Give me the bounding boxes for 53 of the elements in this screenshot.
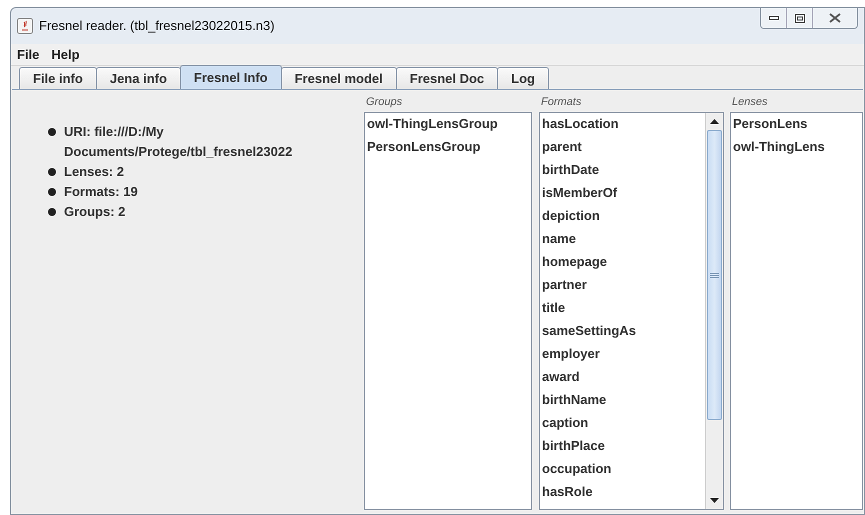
info-text: Formats: 19 <box>64 183 139 201</box>
menu-item[interactable]: File <box>17 44 40 64</box>
list-item[interactable]: occupation <box>542 459 705 482</box>
list-item[interactable]: hasLocation <box>542 114 705 137</box>
close-icon <box>829 13 841 23</box>
maximize-button[interactable] <box>787 8 813 28</box>
tab[interactable]: File info <box>19 67 97 89</box>
bullet-icon <box>48 128 56 136</box>
info-text: Lenses: 2 <box>64 163 125 181</box>
info-text: Groups: 2 <box>64 203 126 221</box>
list-item[interactable]: name <box>542 229 705 252</box>
minimize-button[interactable] <box>761 8 787 28</box>
list-item[interactable]: isMemberOf <box>542 183 705 206</box>
column-label: Formats <box>540 95 582 110</box>
list-item[interactable]: caption <box>542 413 705 436</box>
list-item[interactable]: PersonLensGroup <box>367 137 531 160</box>
list-item[interactable]: sameSettingAs <box>542 321 705 344</box>
list-item[interactable]: hasRole <box>542 482 705 505</box>
list-item[interactable]: employer <box>542 344 705 367</box>
list-item[interactable]: birthPlace <box>542 436 705 459</box>
bullet-icon <box>48 188 56 196</box>
up-arrow-icon[interactable] <box>710 119 719 124</box>
minimize-icon <box>768 16 778 20</box>
tab[interactable]: Fresnel model <box>280 67 397 89</box>
tab[interactable]: Fresnel Doc <box>396 67 498 89</box>
list-item[interactable]: owl-ThingLens <box>733 137 862 160</box>
list-item[interactable]: birthDate <box>542 160 705 183</box>
list-item[interactable]: partner <box>542 275 705 298</box>
bullet-icon <box>48 208 56 216</box>
list-item[interactable]: depiction <box>542 206 705 229</box>
tab[interactable]: Jena info <box>96 67 181 89</box>
tab[interactable]: Fresnel Info <box>180 65 282 89</box>
list-item[interactable]: owl-ThingLensGroup <box>367 114 531 137</box>
column-label: Lenses <box>731 95 768 110</box>
maximize-icon <box>794 14 804 22</box>
list-item[interactable]: parent <box>542 137 705 160</box>
tab[interactable]: Log <box>497 67 549 89</box>
list-item[interactable]: title <box>542 298 705 321</box>
scrollbar[interactable] <box>705 113 723 509</box>
grip-icon <box>710 272 719 278</box>
scrollbar-thumb[interactable] <box>707 130 722 420</box>
bullet-icon <box>48 168 56 176</box>
menu-item[interactable]: Help <box>51 44 80 64</box>
list-item[interactable]: award <box>542 367 705 390</box>
java-app-icon <box>17 18 33 34</box>
down-arrow-icon[interactable] <box>710 498 719 503</box>
list-item[interactable]: birthName <box>542 390 705 413</box>
list-item[interactable]: PersonLens <box>733 114 862 137</box>
info-text: URI: file:///D:/My Documents/Protege/tbl_fresnel23022 <box>64 123 294 161</box>
close-button[interactable] <box>813 8 857 28</box>
window-title: Fresnel reader. (tbl_fresnel23022015.n3) <box>39 17 275 36</box>
column-label: Groups <box>365 95 404 110</box>
list-item[interactable]: homepage <box>542 252 705 275</box>
